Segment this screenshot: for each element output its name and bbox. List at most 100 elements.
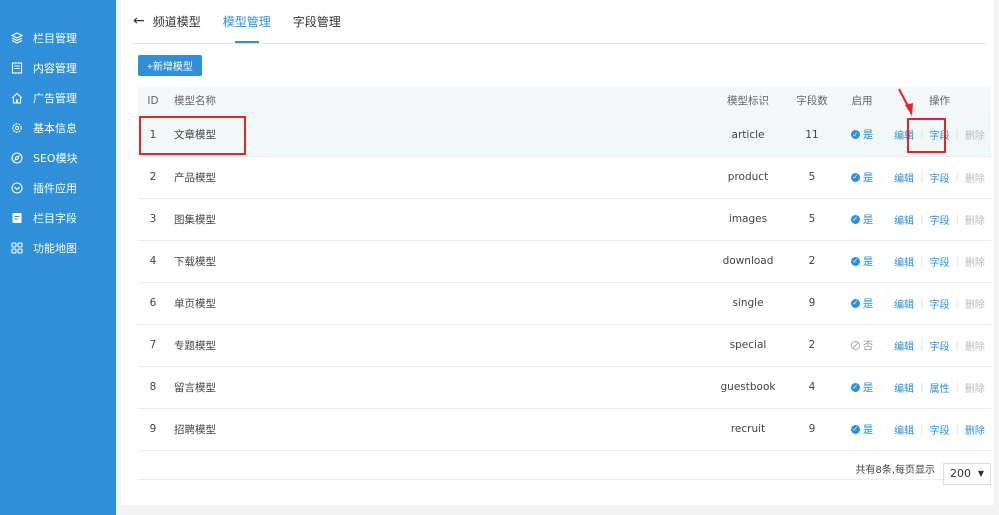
fields-link[interactable]: 字段: [930, 254, 950, 269]
sidebar-item-seo[interactable]: SEO模块: [0, 143, 116, 173]
delete-link[interactable]: 删除: [965, 338, 985, 353]
cell-count: 5: [788, 198, 836, 241]
pagination-bar: 共有8条,每页显示 200 ▼: [138, 458, 991, 485]
table-row: 4 下载模型 download 2 ✓ 是 编辑 | 字段 | 删除: [138, 240, 991, 283]
separator: |: [955, 381, 959, 393]
cell-count: 11: [788, 114, 836, 157]
cell-ops: 编辑 | 字段 | 删除: [888, 156, 991, 199]
cell-id: 4: [138, 240, 168, 283]
cell-name: 产品模型: [168, 156, 708, 199]
check-circle-icon: ✓: [850, 382, 860, 392]
edit-link[interactable]: 编辑: [894, 212, 914, 227]
column-header-key: 模型标识: [708, 87, 788, 114]
enabled-text: 是: [862, 171, 874, 184]
back-button[interactable]: ← 频道模型: [133, 0, 201, 43]
grid-icon: [11, 242, 23, 254]
cell-count: 2: [788, 324, 836, 367]
edit-link[interactable]: 编辑: [894, 422, 914, 437]
add-model-button[interactable]: +新增模型: [138, 55, 202, 76]
cell-count: 9: [788, 408, 836, 451]
sidebar-item-column-fields[interactable]: 栏目字段: [0, 203, 116, 233]
cell-enabled: ✓ 是: [836, 366, 888, 409]
sidebar-item-label: 功能地图: [33, 242, 77, 255]
sidebar-item-plugins[interactable]: 插件应用: [0, 173, 116, 203]
delete-link[interactable]: 删除: [965, 254, 985, 269]
sidebar-item-basic-info[interactable]: 基本信息: [0, 113, 116, 143]
cell-key: single: [708, 282, 788, 325]
delete-link[interactable]: 删除: [965, 422, 985, 437]
enabled-text: 是: [862, 423, 874, 436]
separator: |: [955, 129, 959, 141]
separator: |: [955, 423, 959, 435]
cell-ops: 编辑 | 字段 | 删除: [888, 408, 991, 451]
cell-key: download: [708, 240, 788, 283]
document-icon: [11, 62, 23, 74]
edit-link[interactable]: 编辑: [894, 338, 914, 353]
cell-enabled: ✓ 是: [836, 282, 888, 325]
page-size-select[interactable]: 200 ▼: [943, 462, 991, 485]
enabled-status: ✓ 是: [850, 422, 874, 437]
delete-link[interactable]: 删除: [965, 170, 985, 185]
attributes-link[interactable]: 属性: [930, 380, 950, 395]
cell-count: 2: [788, 240, 836, 283]
enabled-text: 是: [862, 129, 874, 142]
cell-name: 专题模型: [168, 324, 708, 367]
edit-link[interactable]: 编辑: [894, 380, 914, 395]
cell-enabled: ✓ 是: [836, 114, 888, 157]
sidebar-item-function-map[interactable]: 功能地图: [0, 233, 116, 263]
cell-id: 8: [138, 366, 168, 409]
fields-link[interactable]: 字段: [930, 338, 950, 353]
sidebar-item-ad-management[interactable]: 广告管理: [0, 83, 116, 113]
sidebar-item-label: 插件应用: [33, 182, 77, 195]
delete-link[interactable]: 删除: [965, 380, 985, 395]
column-header-ops: 操作: [888, 87, 991, 114]
edit-link[interactable]: 编辑: [894, 170, 914, 185]
table-row: 3 图集模型 images 5 ✓ 是 编辑 | 字段 | 删除: [138, 198, 991, 241]
edit-link[interactable]: 编辑: [894, 254, 914, 269]
gear-icon: [11, 122, 23, 134]
cell-count: 4: [788, 366, 836, 409]
column-header-count: 字段数: [788, 87, 836, 114]
sidebar-item-label: 栏目管理: [33, 32, 77, 45]
table-row: 7 专题模型 special 2 否 编辑 | 字段 | 删除: [138, 324, 991, 367]
separator: |: [920, 171, 924, 183]
table-row: 2 产品模型 product 5 ✓ 是 编辑 | 字段 | 删除: [138, 156, 991, 199]
column-header-enabled: 启用: [836, 87, 888, 114]
separator: |: [920, 213, 924, 225]
model-table: ID 模型名称 模型标识 字段数 启用 操作 1 文章模型 article 11…: [138, 87, 991, 451]
fields-link[interactable]: 字段: [930, 170, 950, 185]
sidebar-item-label: 内容管理: [33, 62, 77, 75]
fields-link[interactable]: 字段: [930, 296, 950, 311]
table-row: 6 单页模型 single 9 ✓ 是 编辑 | 字段 | 删除: [138, 282, 991, 325]
fields-link[interactable]: 字段: [930, 422, 950, 437]
check-circle-icon: ✓: [850, 130, 860, 140]
delete-link[interactable]: 删除: [965, 212, 985, 227]
cell-id: 2: [138, 156, 168, 199]
edit-link[interactable]: 编辑: [894, 296, 914, 311]
column-header-name: 模型名称: [168, 87, 708, 114]
separator: |: [920, 129, 924, 141]
fields-link[interactable]: 字段: [930, 212, 950, 227]
separator: |: [920, 297, 924, 309]
delete-link[interactable]: 删除: [965, 127, 985, 142]
tab-model-management[interactable]: 模型管理: [223, 0, 271, 43]
separator: |: [955, 213, 959, 225]
cell-name: 单页模型: [168, 282, 708, 325]
cell-enabled: 否: [836, 324, 888, 367]
cell-key: product: [708, 156, 788, 199]
enabled-status: ✓ 是: [850, 254, 873, 269]
sidebar-item-column-management[interactable]: 栏目管理: [0, 23, 116, 53]
layers-icon: [11, 32, 23, 44]
tab-field-management[interactable]: 字段管理: [293, 0, 341, 43]
enabled-text: 否: [862, 339, 874, 352]
delete-link[interactable]: 删除: [965, 296, 985, 311]
edit-link[interactable]: 编辑: [894, 127, 914, 142]
column-header-id: ID: [138, 87, 168, 114]
cell-id: 9: [138, 408, 168, 451]
sidebar-item-label: 栏目字段: [33, 212, 77, 225]
sidebar-item-content-management[interactable]: 内容管理: [0, 53, 116, 83]
separator: |: [920, 339, 924, 351]
table-header-row: ID 模型名称 模型标识 字段数 启用 操作: [138, 87, 991, 114]
tab-label: 字段管理: [292, 14, 341, 29]
fields-link[interactable]: 字段: [930, 127, 950, 142]
